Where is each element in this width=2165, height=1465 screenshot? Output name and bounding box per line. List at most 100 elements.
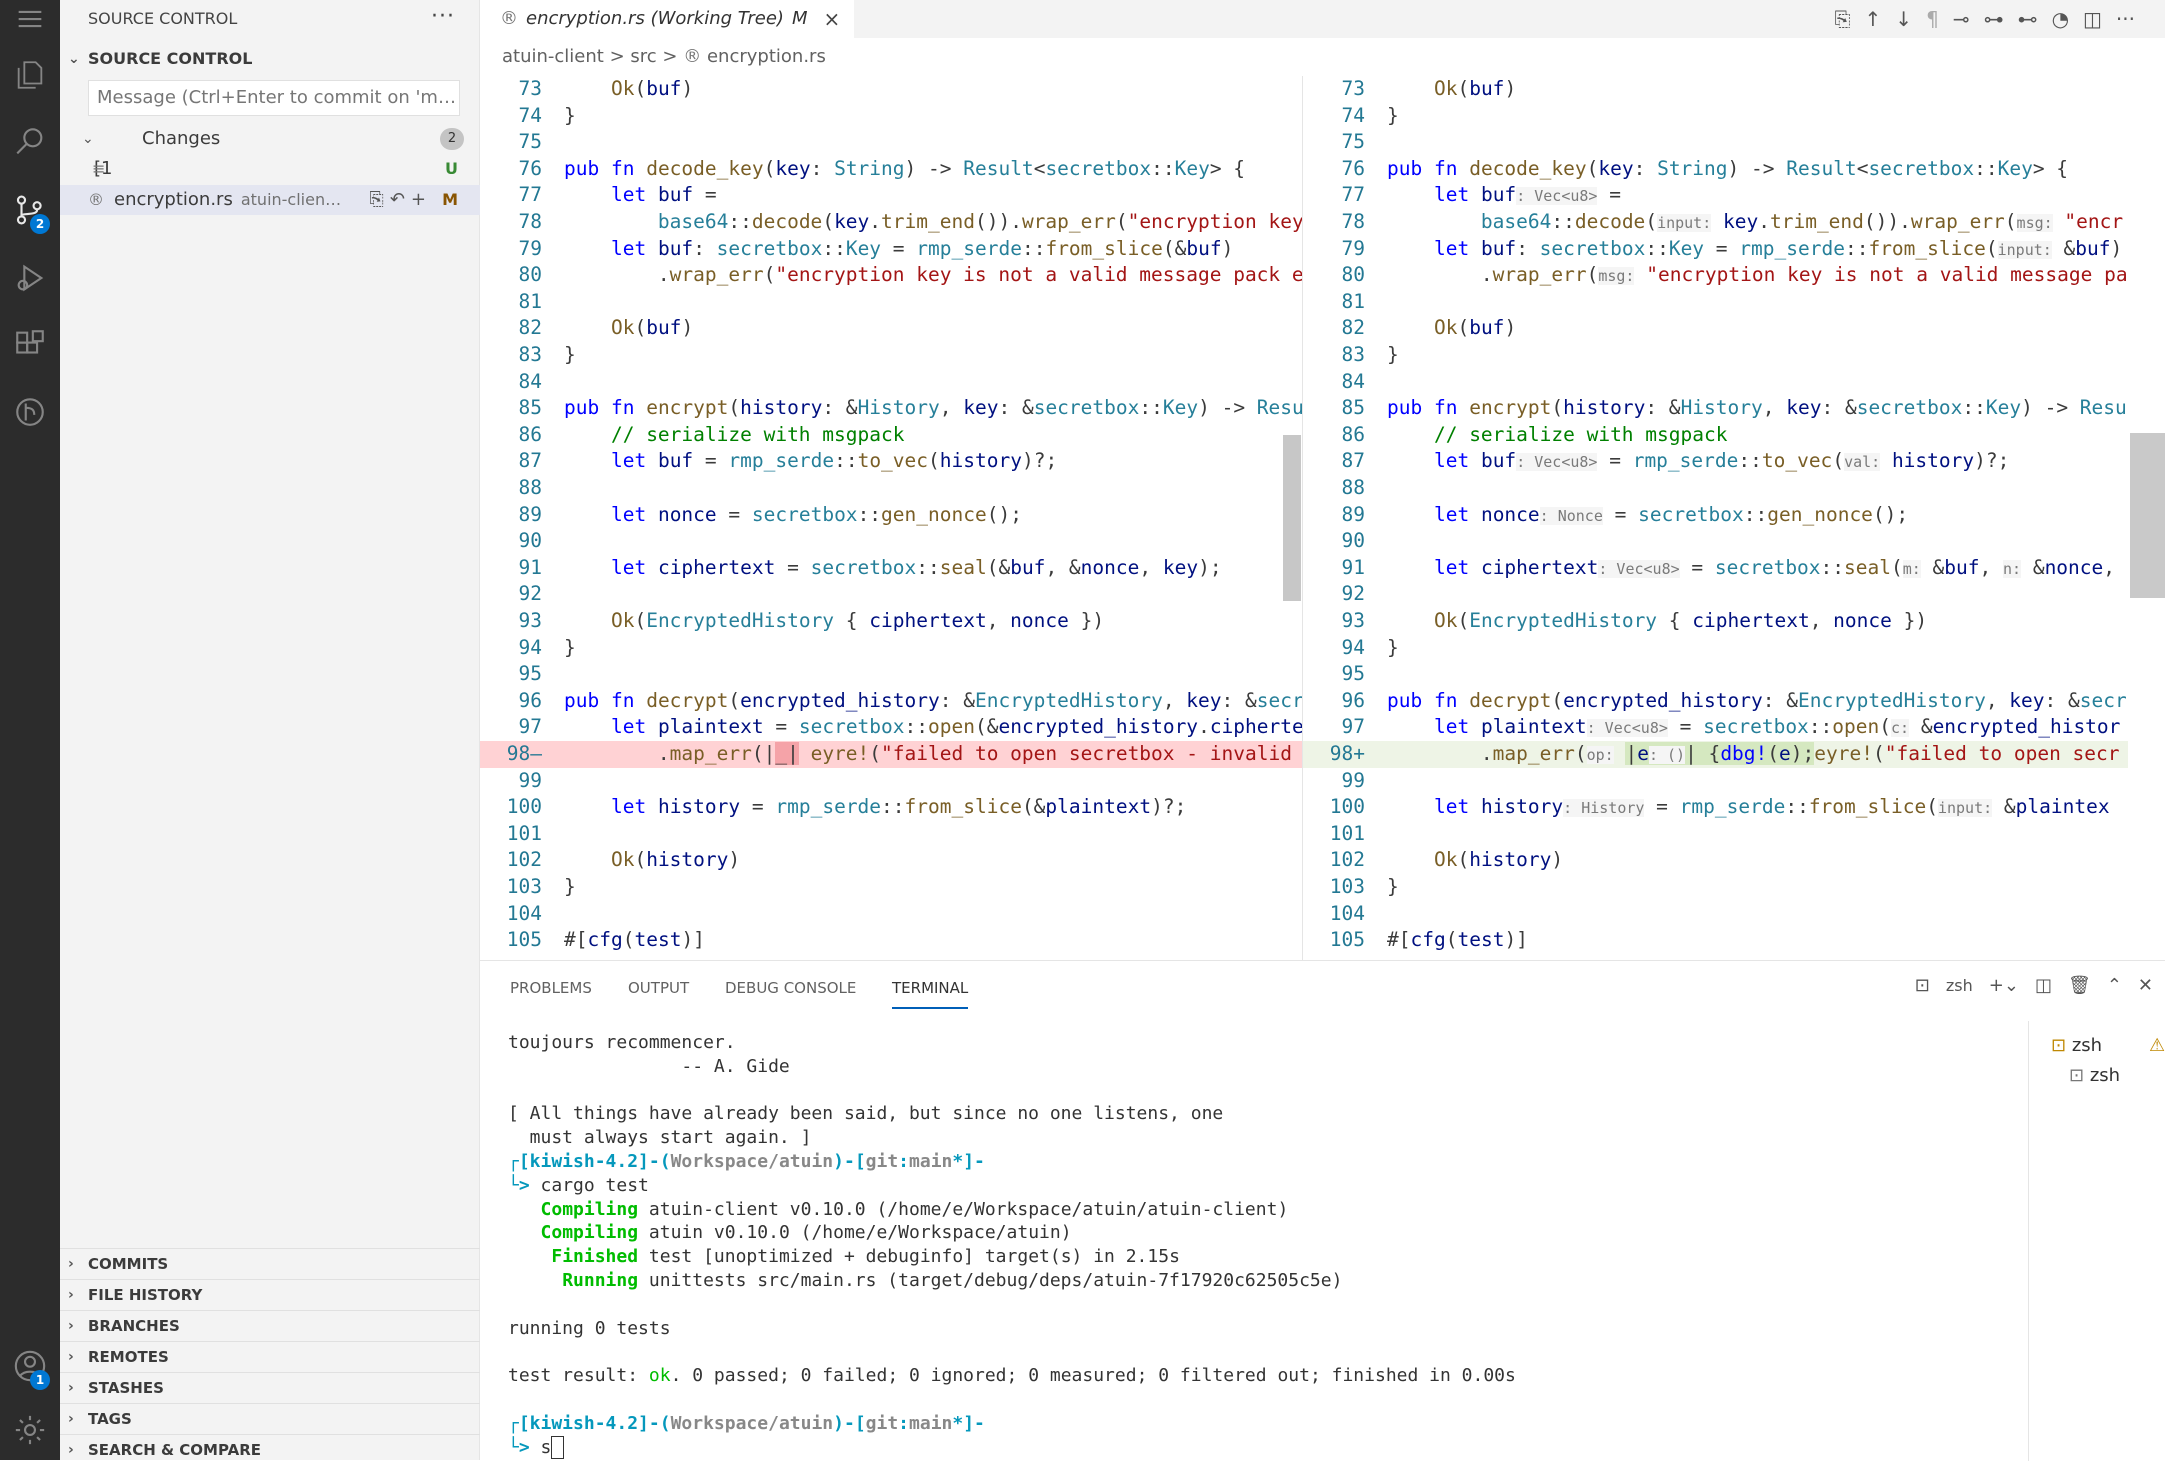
editor-tab-bar: ® encryption.rs (Working Tree) M × ⎘ ↑ ↓… bbox=[480, 0, 2165, 38]
code-line: 77 let buf: Vec<u8> = bbox=[1341, 183, 1621, 207]
terminal-line: test result: ok. 0 passed; 0 failed; 0 i… bbox=[508, 1365, 1516, 1387]
menu-icon[interactable] bbox=[0, 0, 60, 38]
arrow-down-icon[interactable]: ↓ bbox=[1895, 7, 1912, 31]
settings-gear-icon[interactable] bbox=[0, 1400, 60, 1460]
code-line: 89 let nonce: Nonce = secretbox::gen_non… bbox=[1341, 502, 1909, 526]
code-line: 94} bbox=[1341, 635, 1399, 659]
open-file-icon[interactable]: ⎘ bbox=[369, 189, 389, 210]
stashes-section[interactable]: › STASHES bbox=[60, 1372, 480, 1402]
code-line: 104 bbox=[1329, 901, 1365, 925]
new-terminal-icon[interactable]: +⌄ bbox=[1989, 975, 2019, 996]
stage-changes-icon[interactable]: + bbox=[411, 189, 432, 210]
open-file-icon[interactable]: ⎘ bbox=[1835, 7, 1851, 31]
extensions-icon[interactable] bbox=[0, 314, 60, 374]
section-label: FILE HISTORY bbox=[88, 1286, 203, 1304]
timeline-icon[interactable]: ◔ bbox=[2052, 7, 2069, 31]
code-line: 99 bbox=[518, 768, 542, 792]
code-line: 86 // serialize with msgpack bbox=[518, 422, 905, 446]
shell-label[interactable]: zsh bbox=[1946, 976, 1973, 995]
diff-editor-original[interactable]: 73 Ok(buf) 74} 75 76 pub fn decode_key(ke… bbox=[480, 76, 1302, 960]
split-editor-icon[interactable]: ◫ bbox=[2083, 7, 2102, 31]
terminal-line: running 0 tests bbox=[508, 1317, 671, 1339]
trash-icon[interactable]: 🗑 bbox=[2068, 975, 2091, 996]
code-line: 79 let buf: secretbox::Key = rmp_serde::… bbox=[1341, 236, 2123, 260]
close-panel-icon[interactable]: ✕ bbox=[2138, 975, 2153, 996]
maximize-panel-icon[interactable]: ⌃ bbox=[2107, 975, 2122, 996]
code-line: 104 bbox=[506, 901, 542, 925]
terminal-icon: ⊡ bbox=[2051, 1035, 2067, 1056]
arrow-up-icon[interactable]: ↑ bbox=[1865, 7, 1882, 31]
commits-section[interactable]: › COMMITS bbox=[60, 1248, 480, 1278]
remotes-section[interactable]: › REMOTES bbox=[60, 1341, 480, 1371]
source-control-section-header[interactable]: ⌄ SOURCE CONTROL bbox=[60, 44, 480, 74]
terminal-item-label: zsh bbox=[2089, 1065, 2121, 1086]
split-terminal-icon[interactable]: ◫ bbox=[2035, 975, 2052, 996]
code-line: 83} bbox=[518, 343, 576, 366]
scrollbar-thumb[interactable] bbox=[1283, 435, 1301, 601]
search-icon[interactable] bbox=[0, 112, 60, 172]
terminal-line: Finished test [unoptimized + debuginfo] … bbox=[551, 1246, 1180, 1268]
changed-file-item[interactable]: ≡ [1 U bbox=[60, 154, 480, 184]
code-line: 90 bbox=[518, 529, 542, 553]
accounts-icon[interactable]: 1 bbox=[0, 1336, 60, 1396]
terminal-item[interactable]: ⊡ zsh bbox=[2051, 1035, 2102, 1056]
modified-indicator: M bbox=[791, 8, 808, 29]
modified-status: M bbox=[442, 190, 458, 209]
terminal-input-line[interactable]: └> s bbox=[508, 1435, 1958, 1460]
editor-tab[interactable]: ® encryption.rs (Working Tree) M × bbox=[480, 0, 855, 38]
tab-output[interactable]: OUTPUT bbox=[628, 979, 689, 997]
section-label: TAGS bbox=[88, 1410, 132, 1428]
commit-prev-icon[interactable]: ⊸ bbox=[1953, 7, 1970, 31]
commit-icon[interactable]: ⊶ bbox=[1984, 7, 2004, 31]
branches-section[interactable]: › BRANCHES bbox=[60, 1310, 480, 1340]
code-line: 103} bbox=[506, 875, 576, 898]
terminal-output[interactable]: toujours recommencer. -- A. Gide [ All t… bbox=[508, 1031, 1958, 1459]
tab-debug-console[interactable]: DEBUG CONSOLE bbox=[725, 979, 856, 997]
scrollbar-thumb[interactable] bbox=[2130, 433, 2165, 598]
breadcrumb-file[interactable]: encryption.rs bbox=[707, 46, 826, 67]
tags-section[interactable]: › TAGS bbox=[60, 1403, 480, 1433]
section-label: REMOTES bbox=[88, 1348, 169, 1366]
code-line: 87 let buf = rmp_serde::to_vec(history)?… bbox=[518, 449, 1058, 473]
explorer-icon[interactable] bbox=[0, 45, 60, 105]
section-label: SOURCE CONTROL bbox=[88, 49, 253, 68]
diff-editor-modified[interactable]: 73 Ok(buf) 74} 75 76 pub fn decode_key(ke… bbox=[1302, 76, 2128, 960]
run-debug-icon[interactable] bbox=[0, 248, 60, 308]
panel-toolbar: ⊡ zsh +⌄ ◫ 🗑 ⌃ ✕ bbox=[1915, 975, 2153, 996]
commit-message-input[interactable]: Message (Ctrl+Enter to commit on 'm… bbox=[88, 80, 460, 116]
file-history-section[interactable]: › FILE HISTORY bbox=[60, 1279, 480, 1309]
git-graph-icon[interactable] bbox=[0, 382, 60, 442]
breadcrumb-folder[interactable]: src bbox=[630, 46, 656, 67]
more-actions-icon[interactable]: ··· bbox=[2116, 7, 2135, 31]
changes-group-header[interactable]: ⌄ Changes 2 bbox=[60, 124, 480, 154]
code-line: 93 Ok(EncryptedHistory { ciphertext, non… bbox=[1341, 609, 1928, 632]
code-line: 82 Ok(buf) bbox=[518, 316, 694, 340]
code-line: 82 Ok(buf) bbox=[1341, 316, 1517, 340]
commit-next-icon[interactable]: ⊷ bbox=[2018, 7, 2038, 31]
changes-label: Changes bbox=[142, 128, 221, 149]
untracked-status: U bbox=[445, 159, 458, 178]
tab-terminal[interactable]: TERMINAL bbox=[892, 979, 969, 1009]
terminal-line: Compiling atuin-client v0.10.0 (/home/e/… bbox=[540, 1198, 1289, 1220]
terminal-line: -- A. Gide bbox=[508, 1055, 790, 1077]
activity-bar: 2 1 bbox=[0, 0, 60, 1460]
breadcrumb-root[interactable]: atuin-client bbox=[502, 46, 604, 67]
more-actions-icon[interactable]: ··· bbox=[431, 4, 455, 29]
tab-problems[interactable]: PROBLEMS bbox=[510, 979, 592, 997]
terminal-prompt: ┌[kiwish-4.2]-(Workspace/atuin)-[git:mai… bbox=[508, 1150, 985, 1172]
terminal-item[interactable]: ⊡ zsh bbox=[2069, 1065, 2120, 1086]
discard-changes-icon[interactable]: ↶ bbox=[390, 189, 411, 210]
code-line: 75 bbox=[1341, 130, 1365, 154]
code-line: 97 let plaintext = secretbox::open(&encr… bbox=[518, 715, 1302, 739]
code-line: 100 let history = rmp_serde::from_slice(… bbox=[506, 795, 1187, 819]
source-control-icon[interactable]: 2 bbox=[0, 180, 60, 240]
changed-file-item[interactable]: ® encryption.rs atuin-clien… ⎘↶+ M bbox=[60, 185, 480, 215]
whitespace-icon[interactable]: ¶ bbox=[1926, 7, 1939, 31]
section-label: BRANCHES bbox=[88, 1317, 180, 1335]
accounts-badge: 1 bbox=[30, 1370, 50, 1390]
source-control-badge: 2 bbox=[30, 214, 50, 234]
code-line: 88 bbox=[1341, 476, 1365, 499]
code-line: 77 let buf = bbox=[518, 183, 717, 207]
close-icon[interactable]: × bbox=[823, 0, 840, 38]
